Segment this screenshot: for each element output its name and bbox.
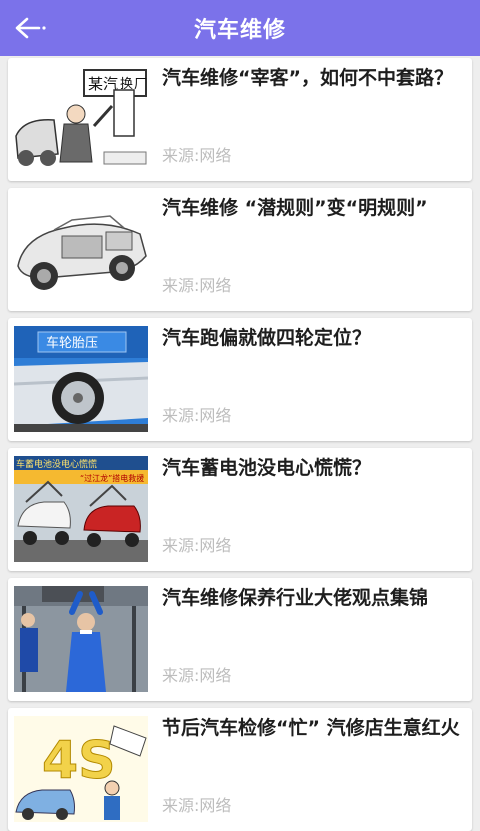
article-title: 汽车维修保养行业大佬观点集锦	[162, 587, 429, 609]
article-source: 来源:网络	[162, 276, 232, 295]
article-title: 节后汽车检修“忙” 汽修店生意红火	[162, 717, 460, 739]
svg-text:厂: 厂	[134, 77, 147, 92]
article-source: 来源:网络	[162, 536, 232, 555]
article-source: 来源:网络	[162, 146, 232, 165]
page-title: 汽车维修	[193, 18, 286, 43]
arrow-left-icon	[15, 17, 46, 39]
article-source: 来源:网络	[162, 796, 232, 815]
svg-text:“过江龙”搭电救援: “过江龙”搭电救援	[80, 473, 144, 483]
article-card-1[interactable]: 某汽 换 厂 汽车维修“宰客”，如何不中套路？ 来源:网络	[8, 58, 472, 181]
article-thumbnail	[14, 196, 148, 302]
article-thumbnail: 车轮胎压	[14, 326, 148, 432]
article-title: 汽车蓄电池没电心慌慌？	[162, 457, 372, 479]
article-title: 汽车维修“宰客”，如何不中套路？	[162, 67, 453, 89]
article-thumbnail: 车蓄电池没电心慌慌 “过江龙”搭电救援	[14, 456, 148, 562]
svg-text:车蓄电池没电心慌慌: 车蓄电池没电心慌慌	[16, 458, 97, 470]
article-card-2[interactable]: 汽车维修 “潜规则”变“明规则” 来源:网络	[8, 188, 472, 311]
article-card-3[interactable]: 车轮胎压 汽车跑偏就做四轮定位？ 来源:网络	[8, 318, 472, 441]
back-button[interactable]	[8, 10, 52, 46]
article-source: 来源:网络	[162, 406, 232, 425]
article-card-4[interactable]: 车蓄电池没电心慌慌 “过江龙”搭电救援 汽车蓄电池没电心慌慌？ 来源:网络	[8, 448, 472, 571]
article-card-5[interactable]: 汽车维修保养行业大佬观点集锦 来源:网络	[8, 578, 472, 701]
article-title: 汽车维修 “潜规则”变“明规则”	[162, 197, 428, 219]
article-source: 来源:网络	[162, 666, 232, 685]
app-header: 汽车维修	[0, 0, 480, 56]
article-thumbnail	[14, 586, 148, 692]
svg-text:车轮胎压: 车轮胎压	[46, 335, 98, 351]
article-thumbnail: 4S	[14, 716, 148, 822]
article-title: 汽车跑偏就做四轮定位？	[162, 327, 372, 349]
article-thumbnail: 某汽 换 厂	[14, 66, 148, 172]
article-card-6[interactable]: 4S 节后汽车检修“忙” 汽修店生意红火 来源:网络	[8, 708, 472, 831]
svg-text:4S: 4S	[42, 731, 116, 791]
